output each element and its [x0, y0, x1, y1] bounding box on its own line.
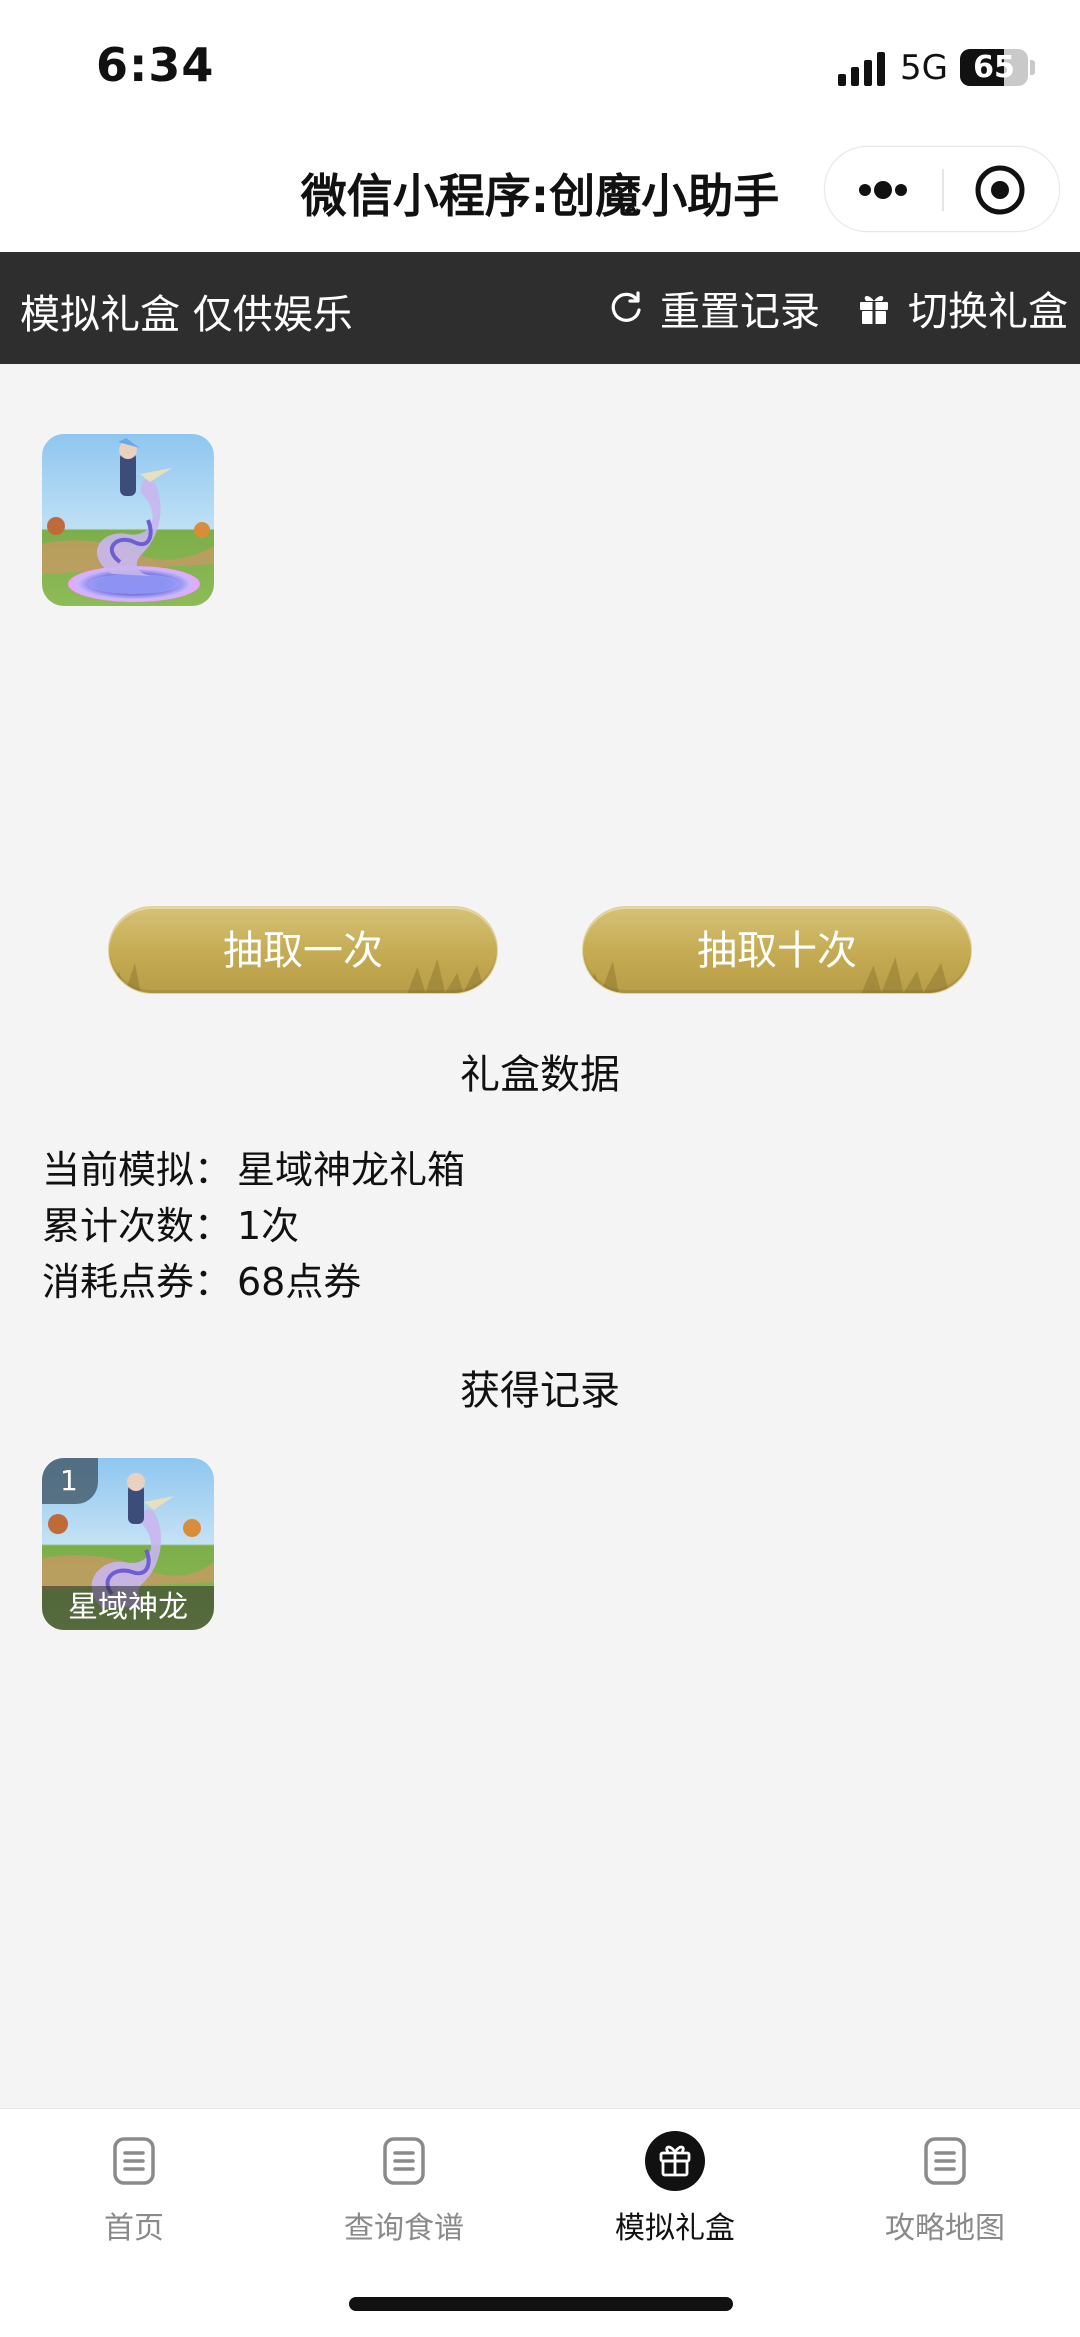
battery-icon: 65 [960, 49, 1028, 86]
stat-row-coupons-spent: 消耗点券： 68点券 [42, 1254, 465, 1310]
switch-box-label: 切换礼盒 [908, 289, 1068, 335]
gift-icon [860, 296, 888, 324]
home-indicator[interactable] [349, 2297, 733, 2311]
gift-icon [645, 2131, 705, 2191]
stat-value: 1次 [237, 1204, 300, 1248]
nav-bar: 微信小程序:创魔小助手 [0, 130, 1080, 252]
draw-ten-label: 抽取十次 [697, 928, 857, 974]
tab-label: 首页 [104, 2211, 164, 2246]
tab-strategy-map[interactable]: 攻略地图 [845, 2131, 1045, 2247]
tab-gift-box[interactable]: 模拟礼盒 [575, 2131, 775, 2247]
stat-label: 消耗点券： [42, 1260, 233, 1304]
dragon-mount-image [42, 434, 214, 606]
toolbar: 模拟礼盒 仅供娱乐 重置记录 切换礼盒 [0, 252, 1080, 364]
tab-label: 查询食谱 [344, 2211, 464, 2246]
draw-once-label: 抽取一次 [223, 928, 383, 974]
toolbar-title: 模拟礼盒 仅供娱乐 [20, 292, 353, 338]
document-icon [924, 2137, 966, 2185]
draw-once-button[interactable]: 抽取一次 [108, 906, 498, 994]
reset-records-label: 重置记录 [660, 289, 820, 335]
stat-value: 68点券 [237, 1260, 362, 1304]
status-time: 6:34 [96, 38, 215, 92]
capsule-divider [942, 169, 944, 211]
stats-section-title: 礼盒数据 [460, 1052, 620, 1098]
tab-recipe[interactable]: 查询食谱 [304, 2131, 504, 2247]
record-item[interactable]: 1 星域神龙 [42, 1458, 214, 1630]
records-section-title: 获得记录 [460, 1368, 620, 1414]
record-name: 星域神龙 [42, 1586, 214, 1630]
status-bar: 6:34 5G 65 [0, 0, 1080, 130]
network-type: 5G [900, 48, 948, 88]
document-icon [113, 2137, 155, 2185]
record-count-badge: 1 [42, 1458, 98, 1504]
stat-row-total-count: 累计次数： 1次 [42, 1198, 465, 1254]
switch-box-button[interactable]: 切换礼盒 [856, 278, 1068, 338]
prize-image [42, 434, 214, 606]
stat-label: 当前模拟： [42, 1148, 233, 1192]
document-icon [383, 2137, 425, 2185]
close-miniprogram-icon[interactable] [973, 163, 1027, 217]
battery-level: 65 [973, 50, 1015, 85]
tab-home[interactable]: 首页 [34, 2131, 234, 2247]
capsule-menu [824, 146, 1060, 232]
more-icon[interactable] [853, 169, 913, 211]
stat-label: 累计次数： [42, 1204, 233, 1248]
draw-ten-button[interactable]: 抽取十次 [582, 906, 972, 994]
stat-value: 星域神龙礼箱 [237, 1148, 466, 1192]
stat-row-current-box: 当前模拟： 星域神龙礼箱 [42, 1142, 465, 1198]
tab-label: 模拟礼盒 [615, 2211, 735, 2246]
refresh-icon [611, 291, 641, 322]
tab-label: 攻略地图 [885, 2211, 1005, 2246]
battery-tip [1030, 60, 1035, 75]
stats-list: 当前模拟： 星域神龙礼箱 累计次数： 1次 消耗点券： 68点券 [42, 1142, 465, 1310]
signal-icon [838, 52, 885, 86]
reset-records-button[interactable]: 重置记录 [608, 278, 820, 338]
